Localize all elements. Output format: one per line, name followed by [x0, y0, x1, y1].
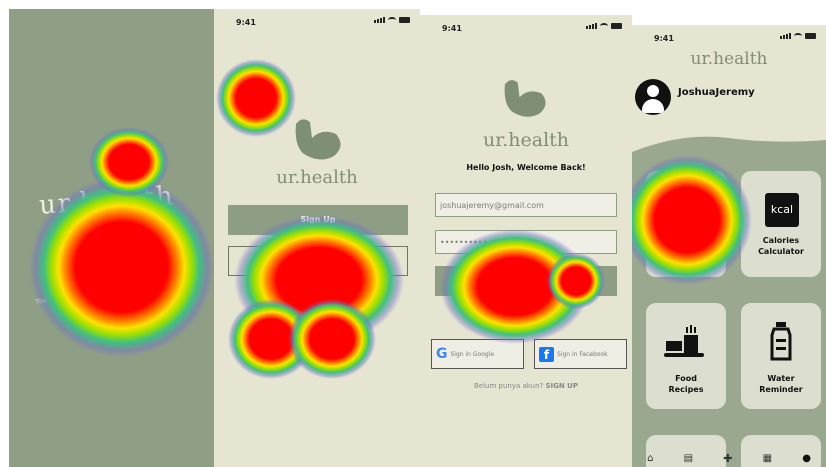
login-button[interactable]	[228, 246, 408, 276]
card-label: Water Reminder	[759, 374, 803, 394]
add-icon[interactable]: ✚	[723, 452, 732, 465]
google-signin-label: Sign in Google	[450, 350, 495, 358]
home-icon[interactable]: ⌂	[647, 453, 653, 464]
signal-icon	[780, 33, 791, 39]
wifi-icon	[600, 23, 608, 29]
signal-icon	[586, 23, 597, 29]
battery-icon	[399, 17, 410, 23]
avatar[interactable]	[635, 79, 671, 115]
calories-calculator-card[interactable]: kcal Calories Calculator	[741, 171, 821, 277]
battery-icon	[611, 23, 622, 29]
email-field[interactable]: joshuajeremy@gmail.com	[435, 193, 617, 217]
signup-screen: 9:41 ur.health Sign Up	[214, 9, 420, 467]
water-reminder-card[interactable]: Water Reminder	[741, 303, 821, 409]
signal-icon	[374, 17, 385, 23]
signup-link[interactable]: SIGN UP	[545, 382, 578, 390]
heatmap-blob	[228, 299, 314, 379]
password-field[interactable]: ••••••••••	[435, 230, 617, 254]
login-screen: 9:41 ur.health Hello Josh, Welcome Back!…	[420, 15, 632, 467]
signup-prompt: Belum punya akun? SIGN UP	[420, 382, 632, 390]
facebook-signin-label: Sign in Facebook	[557, 350, 608, 358]
food-recipes-card[interactable]: Food Recipes	[646, 303, 726, 409]
profile-icon[interactable]: ●	[802, 453, 811, 464]
status-time: 9:41	[654, 34, 674, 43]
wifi-icon	[794, 33, 802, 39]
muscle-logo-icon	[295, 119, 341, 160]
signup-button[interactable]: Sign Up	[228, 205, 408, 235]
status-icons	[586, 23, 622, 29]
app-brand: ur.health	[482, 129, 570, 151]
status-icons	[374, 17, 410, 23]
status-bar: 9:41	[420, 15, 632, 45]
battery-icon	[805, 33, 816, 39]
splash-brand: ur.health	[38, 181, 176, 221]
status-icons	[780, 33, 816, 39]
app-brand: ur.health	[690, 49, 768, 69]
workout-card[interactable]	[646, 171, 726, 277]
facebook-icon: f	[539, 346, 554, 362]
google-icon: G	[436, 346, 448, 362]
home-screen: 9:41 ur.health JoshuaJeremy kcal Calorie…	[632, 25, 826, 467]
heatmap-blob	[216, 59, 296, 137]
wifi-icon	[388, 17, 396, 23]
kcal-icon: kcal	[765, 193, 799, 227]
splash-tagline: The healthiest version of you, always	[35, 283, 147, 306]
google-signin-button[interactable]: G Sign in Google	[431, 339, 524, 369]
card-label: Calories Calculator	[758, 236, 804, 256]
no-account-text: Belum punya akun?	[474, 382, 544, 390]
calendar-icon[interactable]: ▦	[763, 453, 772, 464]
username: JoshuaJeremy	[678, 87, 755, 98]
facebook-signin-button[interactable]: f Sign in Facebook	[534, 339, 627, 369]
clipboard-icon[interactable]: ▤	[684, 453, 693, 464]
status-bar: 9:41	[214, 9, 420, 39]
water-bottle-icon	[770, 322, 792, 361]
login-submit-button[interactable]	[435, 266, 617, 296]
food-icon	[664, 325, 704, 357]
bottom-nav: ⌂ ▤ ✚ ▦ ●	[632, 450, 826, 467]
heatmap-blob	[288, 299, 376, 379]
status-time: 9:41	[442, 24, 462, 33]
app-brand: ur.health	[276, 167, 358, 188]
muscle-logo-icon	[504, 80, 546, 117]
status-time: 9:41	[236, 18, 256, 27]
card-label: Food Recipes	[668, 374, 704, 394]
splash-screen: ur.health The healthiest version of you,…	[9, 9, 214, 467]
welcome-text: Hello Josh, Welcome Back!	[466, 163, 586, 172]
